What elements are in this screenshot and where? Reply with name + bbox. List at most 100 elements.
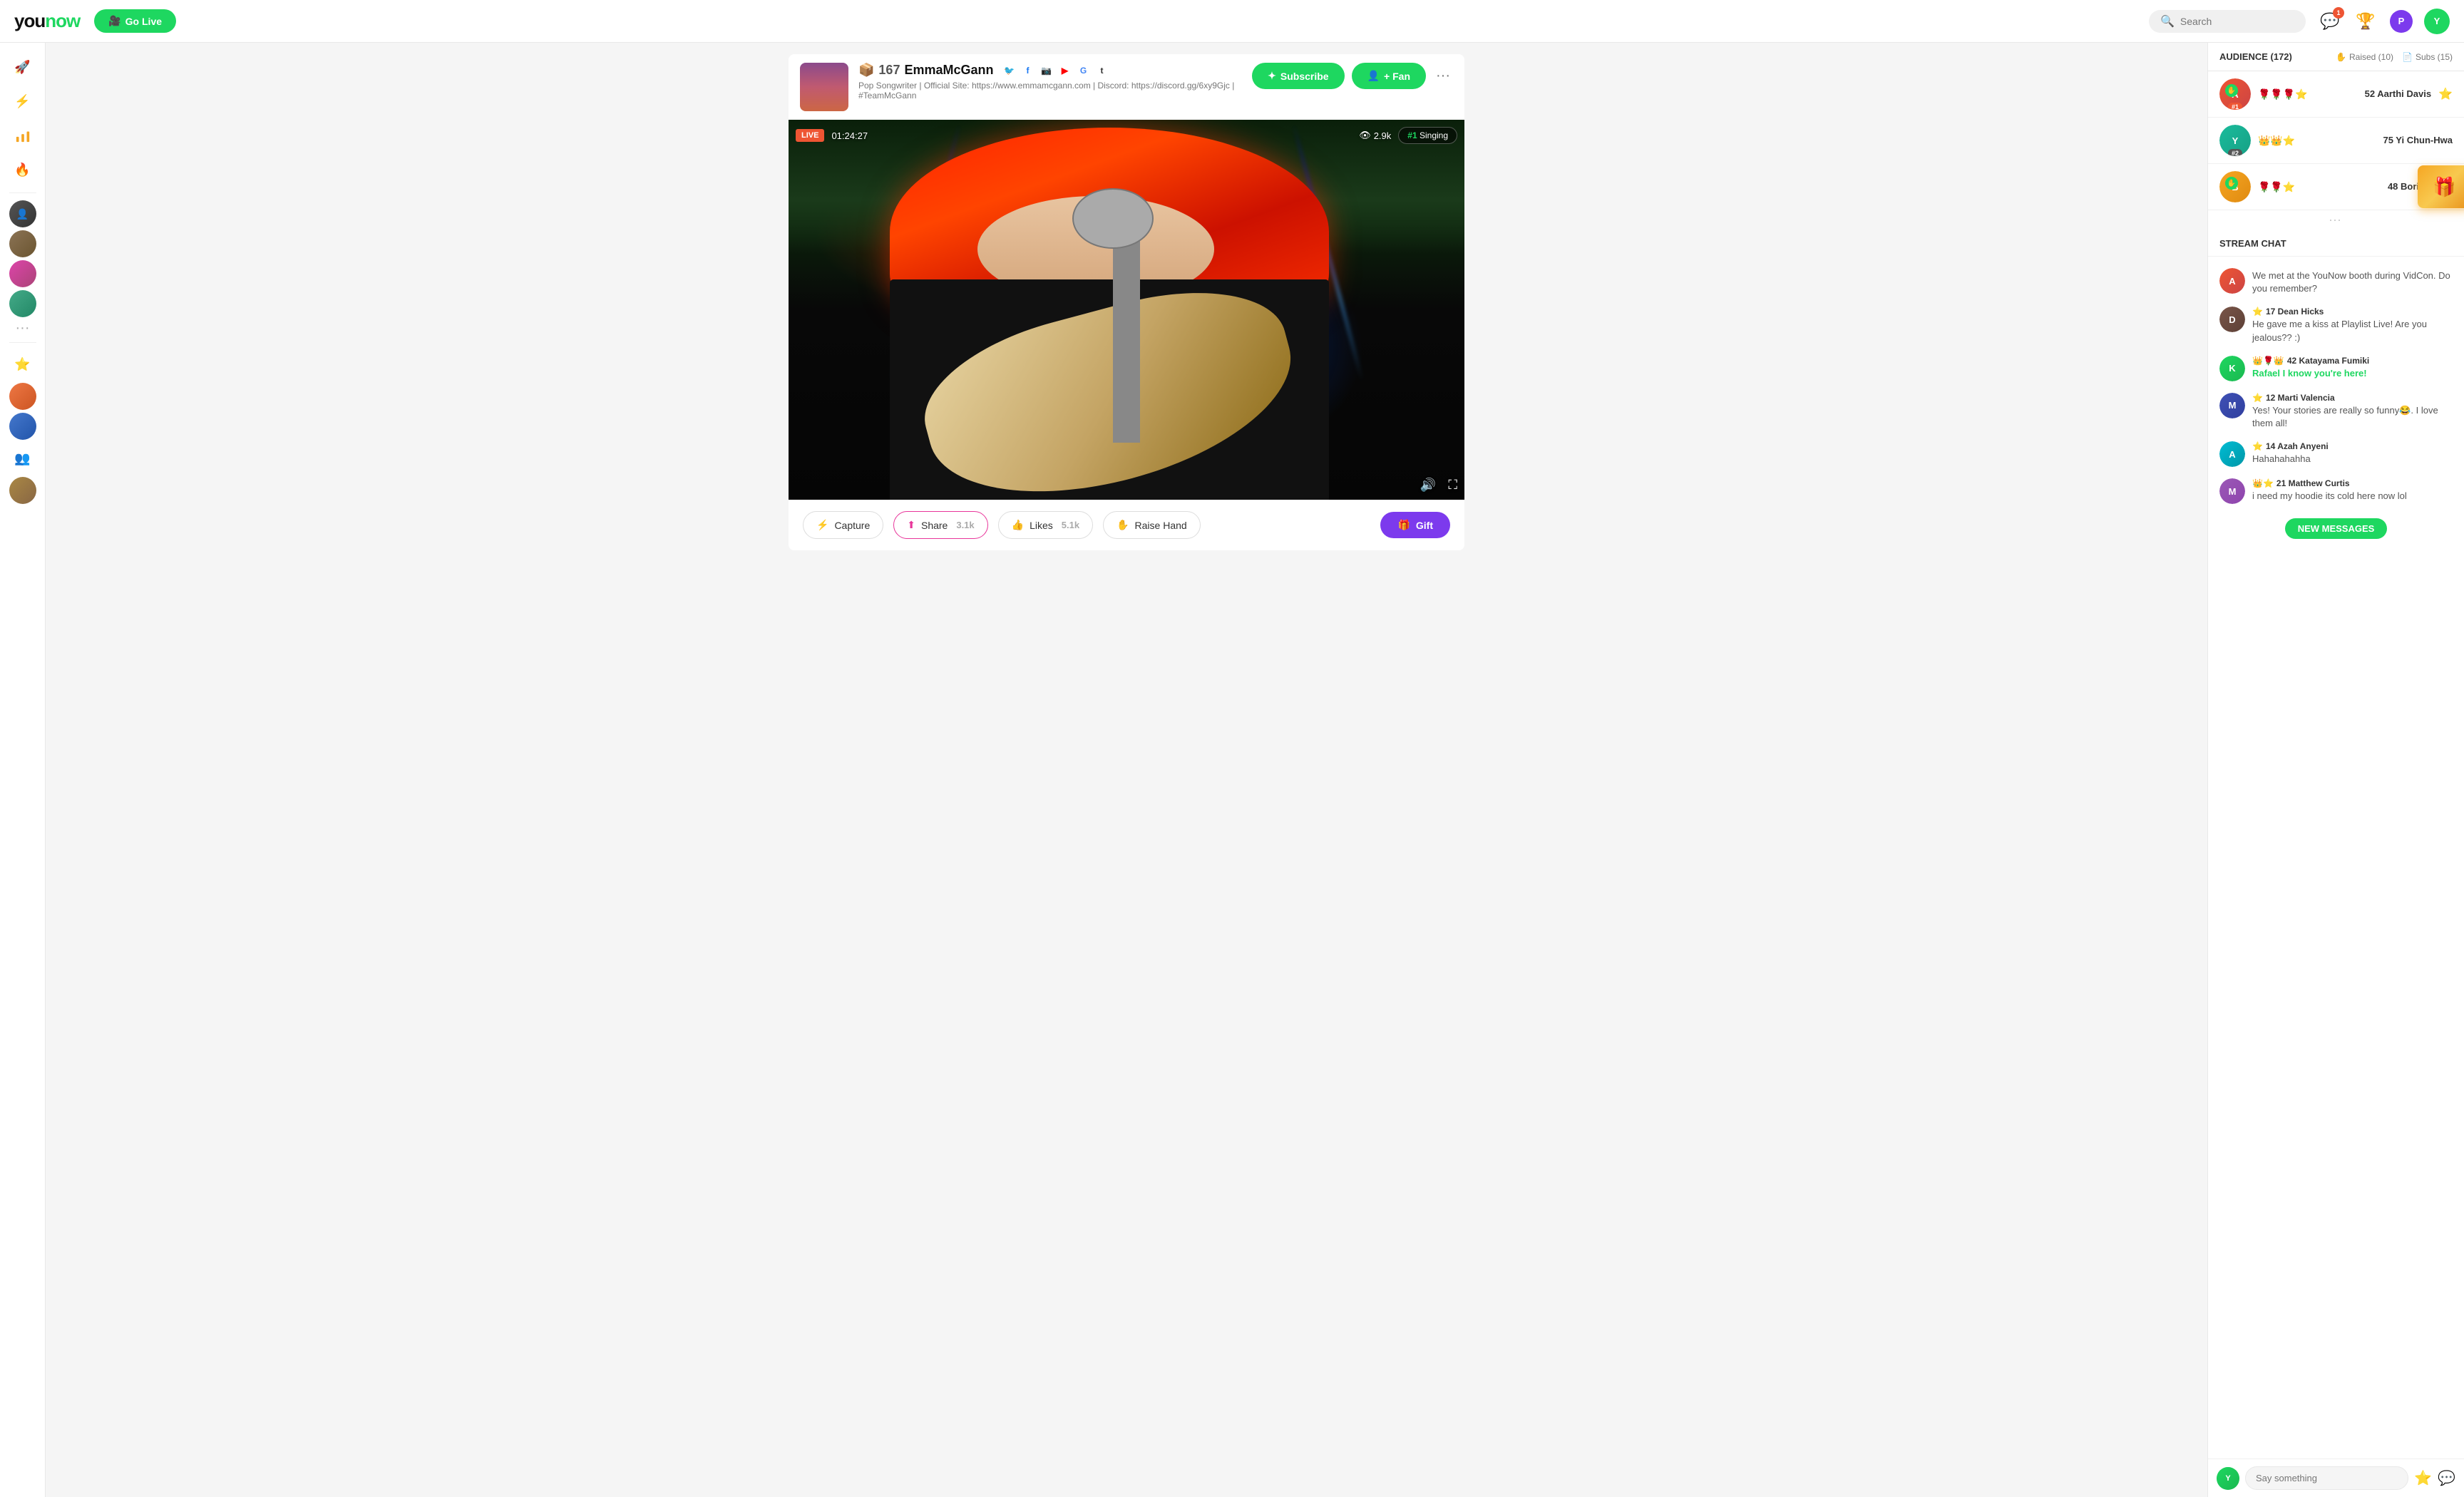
right-panel: AUDIENCE (172) ✋ Raised (10) 📄 Subs (15)… <box>2207 43 2464 1497</box>
content-area: 📦 167 EmmaMcGann 🐦 f 📷 ▶ G t Pop Songwri… <box>46 43 2207 1497</box>
chat-message: D ⭐ 17 Dean Hicks He gave me a kiss at P… <box>2208 301 2464 349</box>
chat-send-button[interactable]: 💬 <box>2438 1469 2455 1487</box>
sidebar-user-avatar-3[interactable] <box>9 260 36 287</box>
instagram-icon[interactable]: 📷 <box>1040 63 1054 78</box>
eye-icon: 👁 <box>1359 130 1371 141</box>
audience-avatar-2[interactable]: Y #2 <box>2219 125 2251 156</box>
streamer-avatar[interactable] <box>800 63 848 111</box>
gift-treasure-box[interactable]: 🎁 <box>2418 165 2464 208</box>
chat-avatar[interactable]: A <box>2219 268 2245 294</box>
facebook-icon[interactable]: f <box>1021 63 1035 78</box>
star-icon: ✦ <box>1268 70 1276 82</box>
video-player: LIVE 01:24:27 👁 2.9k #1 Singing 🔊 <box>789 120 1464 500</box>
sidebar-activity-icon[interactable]: ⚡ <box>7 86 38 117</box>
chat-message: A We met at the YouNow booth during VidC… <box>2208 262 2464 301</box>
share-icon: ⬆ <box>907 519 915 531</box>
sidebar-user-avatar-5[interactable] <box>9 383 36 410</box>
chat-messages: A We met at the YouNow booth during VidC… <box>2208 257 2464 1459</box>
sidebar-featured-icon[interactable] <box>7 120 38 151</box>
video-frame <box>789 120 1464 500</box>
raised-hand-indicator-3: ✋ <box>2225 177 2238 190</box>
chat-section: STREAM CHAT A We met at the YouNow booth… <box>2208 231 2464 1497</box>
chat-input[interactable] <box>2245 1466 2408 1490</box>
share-count: 3.1k <box>956 520 974 530</box>
hand-icon: ✋ <box>1116 519 1129 531</box>
treasure-box-icon: 🎁 <box>2433 176 2455 198</box>
audience-title: AUDIENCE (172) <box>2219 51 2292 62</box>
chat-user-avatar: Y <box>2217 1467 2239 1490</box>
sidebar-user-avatar-7[interactable] <box>9 477 36 504</box>
audience-item: Y #2 👑👑⭐ 75 Yi Chun-Hwa <box>2208 118 2464 164</box>
stream-container: 📦 167 EmmaMcGann 🐦 f 📷 ▶ G t Pop Songwri… <box>777 43 1476 562</box>
chat-avatar[interactable]: D <box>2219 307 2245 332</box>
capture-button[interactable]: ⚡ Capture <box>803 511 883 539</box>
new-messages-button[interactable]: NEW MESSAGES <box>2285 518 2388 539</box>
audience-member-name-1: 52 Aarthi Davis <box>2365 88 2431 101</box>
share-button[interactable]: ⬆ Share 3.1k <box>893 511 987 539</box>
twitter-icon[interactable]: 🐦 <box>1002 63 1017 78</box>
sidebar-discover-icon[interactable]: 🚀 <box>7 51 38 83</box>
likes-button[interactable]: 👍 Likes 5.1k <box>998 511 1093 539</box>
audience-list: A #1 ✋ 🌹🌹🌹⭐ 52 Aarthi Davis ⭐ Y #2 <box>2208 71 2464 210</box>
chat-avatar[interactable]: K <box>2219 356 2245 381</box>
search-bar[interactable]: 🔍 <box>2149 10 2306 33</box>
sidebar-trending-icon[interactable]: 🔥 <box>7 154 38 185</box>
audience-filters: ✋ Raised (10) 📄 Subs (15) <box>2336 52 2453 62</box>
sidebar-people-icon[interactable]: 👥 <box>7 443 38 474</box>
notification-badge: 1 <box>2333 7 2344 19</box>
like-icon: 👍 <box>1012 519 1024 531</box>
live-badge: LIVE <box>796 129 824 142</box>
category-badge: #1 Singing <box>1398 127 1457 144</box>
audience-member-name-2: 75 Yi Chun-Hwa <box>2383 134 2453 147</box>
gift-button[interactable]: 🎁 Gift <box>1380 512 1450 538</box>
likes-count: 5.1k <box>1062 520 1079 530</box>
audience-item: B ✋ 🌹🌹⭐ 48 Boris Ukhtc 🎁 <box>2208 164 2464 210</box>
profile-avatar[interactable]: Y <box>2424 9 2450 34</box>
points-icon[interactable]: P <box>2388 9 2414 34</box>
person-add-icon: 👤 <box>1367 70 1380 82</box>
left-sidebar: 🚀 ⚡ 🔥 👤 ··· ⭐ 👥 <box>0 43 46 1497</box>
volume-button[interactable]: 🔊 <box>1420 478 1436 493</box>
audience-header: AUDIENCE (172) ✋ Raised (10) 📄 Subs (15) <box>2208 43 2464 71</box>
subscribe-button[interactable]: ✦ Subscribe <box>1252 63 1344 89</box>
chat-header: STREAM CHAT <box>2208 231 2464 257</box>
sidebar-user-avatar-2[interactable] <box>9 230 36 257</box>
streamer-name: 📦 167 EmmaMcGann 🐦 f 📷 ▶ G t <box>858 63 1242 78</box>
gift-icon: 🎁 <box>1397 519 1410 531</box>
tumblr-icon[interactable]: t <box>1095 63 1109 78</box>
chat-avatar[interactable]: A <box>2219 441 2245 467</box>
sidebar-star-icon[interactable]: ⭐ <box>7 349 38 380</box>
youtube-icon[interactable]: ▶ <box>1058 63 1072 78</box>
chat-message: M ⭐ 12 Marti Valencia Yes! Your stories … <box>2208 387 2464 436</box>
rank-badge-1: #1 <box>2228 103 2242 110</box>
main-layout: 🚀 ⚡ 🔥 👤 ··· ⭐ 👥 <box>0 43 2464 1497</box>
fullscreen-button[interactable]: ⛶ <box>1448 478 1457 493</box>
view-count: 👁 2.9k <box>1359 130 1391 141</box>
nav-icons: 💬 1 🏆 P Y <box>2317 9 2450 34</box>
fan-button[interactable]: 👤 + Fan <box>1352 63 1426 89</box>
sidebar-user-avatar-6[interactable] <box>9 413 36 440</box>
subs-filter[interactable]: 📄 Subs (15) <box>2402 52 2453 62</box>
sidebar-more-icon[interactable]: ··· <box>16 320 30 336</box>
google-icon[interactable]: G <box>1077 63 1091 78</box>
chat-message: A ⭐ 14 Azah Anyeni Hahahahahha <box>2208 436 2464 473</box>
raise-hand-button[interactable]: ✋ Raise Hand <box>1103 511 1201 539</box>
go-live-button[interactable]: 🎥 Go Live <box>94 9 176 33</box>
chat-star-button[interactable]: ⭐ <box>2414 1469 2432 1487</box>
audience-avatar-1[interactable]: A #1 ✋ <box>2219 78 2251 110</box>
chat-avatar[interactable]: M <box>2219 393 2245 418</box>
notifications-icon[interactable]: 💬 1 <box>2317 9 2343 34</box>
chat-avatar[interactable]: M <box>2219 478 2245 504</box>
raised-hand-indicator-1: ✋ <box>2225 84 2238 97</box>
search-input[interactable] <box>2180 16 2294 27</box>
sidebar-user-avatar-4[interactable] <box>9 290 36 317</box>
trophy-icon[interactable]: 🏆 <box>2353 9 2378 34</box>
more-options-button[interactable]: ··· <box>1433 65 1453 87</box>
camera-icon: 🎥 <box>108 15 120 27</box>
sidebar-user-avatar-1[interactable]: 👤 <box>9 200 36 227</box>
streamer-info: 📦 167 EmmaMcGann 🐦 f 📷 ▶ G t Pop Songwri… <box>858 63 1242 101</box>
streamer-actions: ✦ Subscribe 👤 + Fan ··· <box>1252 63 1453 89</box>
audience-avatar-3[interactable]: B ✋ <box>2219 171 2251 202</box>
action-bar: ⚡ Capture ⬆ Share 3.1k 👍 Likes 5.1k ✋ Ra… <box>789 500 1464 550</box>
raised-filter[interactable]: ✋ Raised (10) <box>2336 52 2393 62</box>
